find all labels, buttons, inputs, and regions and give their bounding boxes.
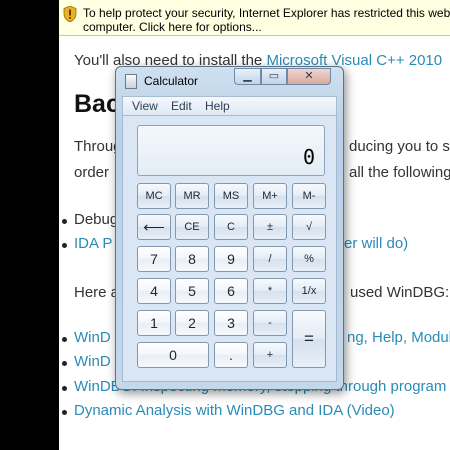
digit-3-button[interactable]: 3: [214, 310, 248, 336]
memory-add-button[interactable]: M+: [253, 183, 287, 209]
security-infobar[interactable]: To help protect your security, Internet …: [59, 0, 450, 36]
calculator-body: 0 MC MR MS M+ M- ⟵ CE C ± √ 7 8 9 / % 4 …: [122, 116, 337, 382]
menu-help[interactable]: Help: [205, 99, 230, 113]
paragraph1-end: ducing you to so: [349, 138, 450, 155]
calculator-display: 0: [137, 125, 325, 176]
equals-button[interactable]: =: [292, 310, 326, 368]
paragraph2-start: order: [74, 164, 110, 181]
bullet-dot: [62, 386, 67, 391]
memory-clear-button[interactable]: MC: [137, 183, 171, 209]
memory-recall-button[interactable]: MR: [175, 183, 209, 209]
backspace-button[interactable]: ⟵: [137, 214, 171, 240]
bullet-dot: [62, 337, 67, 342]
paragraph3-end: used WinDBG:: [350, 284, 450, 301]
minus-button[interactable]: -: [253, 310, 287, 336]
digit-0-button[interactable]: 0: [137, 342, 209, 368]
clear-entry-button[interactable]: CE: [175, 214, 209, 240]
decimal-button[interactable]: .: [214, 342, 248, 368]
bullet-debug: Debug: [74, 211, 119, 228]
digit-2-button[interactable]: 2: [175, 310, 209, 336]
plus-minus-button[interactable]: ±: [253, 214, 287, 240]
bullet-dot: [62, 410, 67, 415]
clear-button[interactable]: C: [214, 214, 248, 240]
square-root-button[interactable]: √: [292, 214, 326, 240]
maximize-button[interactable]: ▭: [261, 68, 287, 85]
menu-view[interactable]: View: [132, 99, 158, 113]
windbg-link-1-end[interactable]: ng, Help, Module: [347, 329, 450, 346]
memory-subtract-button[interactable]: M-: [292, 183, 326, 209]
infobar-text-line1: To help protect your security, Internet …: [83, 6, 450, 20]
minimize-button[interactable]: ▁: [234, 68, 261, 85]
digit-9-button[interactable]: 9: [214, 246, 248, 272]
close-button[interactable]: ✕: [287, 68, 331, 85]
section-heading: Bac: [74, 90, 120, 118]
reciprocal-button[interactable]: 1/x: [292, 278, 326, 304]
calculator-app-icon: [125, 74, 137, 89]
digit-6-button[interactable]: 6: [214, 278, 248, 304]
display-value: 0: [302, 145, 315, 169]
menu-edit[interactable]: Edit: [171, 99, 192, 113]
plus-button[interactable]: +: [253, 342, 287, 368]
ida-link[interactable]: IDA P: [74, 235, 112, 252]
digit-7-button[interactable]: 7: [137, 246, 171, 272]
digit-8-button[interactable]: 8: [175, 246, 209, 272]
menu-bar: View Edit Help: [122, 96, 337, 116]
multiply-button[interactable]: *: [253, 278, 287, 304]
bullet-dot: [62, 243, 67, 248]
paragraph2-end: all the following:: [349, 164, 450, 181]
percent-button[interactable]: %: [292, 246, 326, 272]
digit-4-button[interactable]: 4: [137, 278, 171, 304]
calculator-window[interactable]: Calculator ▁ ▭ ✕ View Edit Help 0 MC MR …: [115, 66, 344, 390]
divide-button[interactable]: /: [253, 246, 287, 272]
window-title: Calculator: [144, 74, 199, 88]
bullet-dot: [62, 361, 67, 366]
bullet-dot: [62, 219, 67, 224]
infobar-text-line2[interactable]: computer. Click here for options...: [83, 20, 262, 34]
windbg-link-4[interactable]: Dynamic Analysis with WinDBG and IDA (Vi…: [74, 402, 395, 419]
ida-link-end[interactable]: er will do): [344, 235, 408, 252]
windbg-link-2[interactable]: WinD: [74, 353, 111, 370]
windbg-link-1[interactable]: WinD: [74, 329, 111, 346]
paragraph3-start: Here a: [74, 284, 120, 301]
digit-1-button[interactable]: 1: [137, 310, 171, 336]
shield-warning-icon: [63, 6, 77, 22]
digit-5-button[interactable]: 5: [175, 278, 209, 304]
memory-store-button[interactable]: MS: [214, 183, 248, 209]
